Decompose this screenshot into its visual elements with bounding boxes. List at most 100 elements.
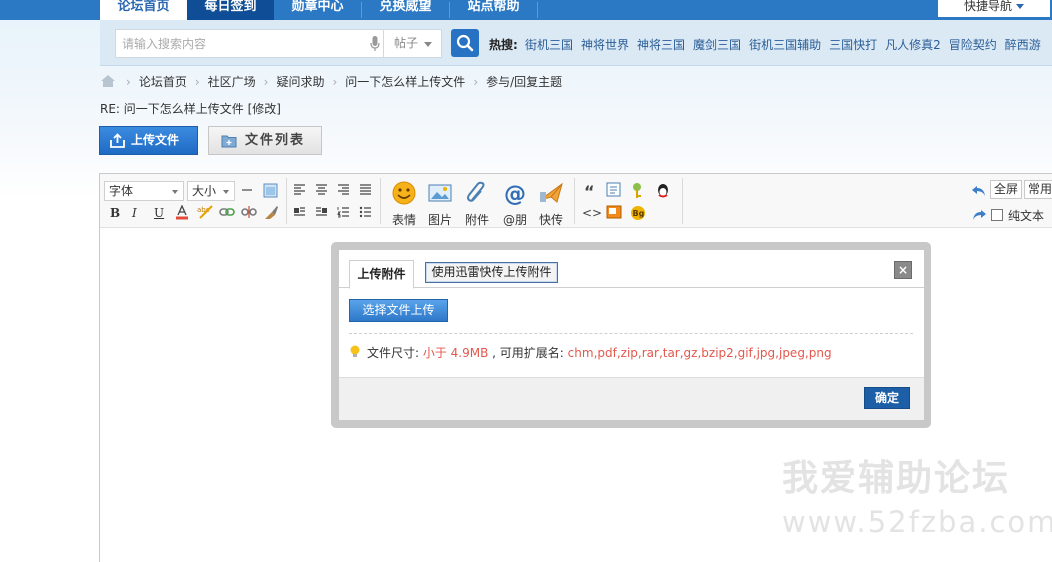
emoji-button[interactable]: 表情 [387,180,421,228]
search-input-wrap [115,29,383,58]
image-button[interactable]: 图片 [423,180,457,228]
align-left-icon[interactable] [293,184,306,196]
breadcrumb-separator: › [126,75,131,89]
undo-icon[interactable] [971,184,987,198]
breadcrumb-separator: › [332,75,338,89]
toolbar-divider [574,178,575,224]
file-size-value: 小于 4.9MB [422,346,489,360]
search-type-value: 帖子 [394,36,419,50]
align-right-icon[interactable] [337,184,350,196]
table-icon[interactable] [606,182,621,197]
text-color-icon[interactable] [175,205,189,220]
hot-link[interactable]: 神将世界 [581,38,629,52]
underline-icon[interactable]: U [154,206,164,220]
hot-link[interactable]: 冒险契约 [949,38,997,52]
float-right-icon[interactable] [315,206,328,218]
ok-button[interactable]: 确定 [864,387,910,409]
bullet-list-icon[interactable] [359,206,372,218]
lightbulb-icon [350,345,360,357]
nav-tab-forum-home[interactable]: 论坛首页 [100,0,187,20]
quick-nav-button[interactable]: 快捷导航 [938,0,1050,17]
hide-content-icon[interactable] [630,181,648,199]
align-justify-icon[interactable] [359,184,372,196]
hot-link[interactable]: 魔剑三国 [693,38,741,52]
nav-divider [537,2,538,18]
breadcrumb-community[interactable]: 社区广场 [208,75,256,89]
paper-plane-icon [539,182,563,203]
upload-file-label: 上传文件 [131,133,180,147]
plain-text-checkbox[interactable] [991,209,1003,221]
hot-link[interactable]: 凡人修真2 [885,38,941,52]
tab-upload-attachment[interactable]: 上传附件 [349,260,414,289]
nav-tab-medal-center[interactable]: 勋章中心 [274,0,361,20]
dialog-tabs: 上传附件 使用迅雷快传上传附件 × [339,250,924,289]
hot-link[interactable]: 醉西游 [1005,38,1041,52]
search-type-select[interactable]: 帖子 [383,29,442,58]
tab-xunlei-upload[interactable]: 使用迅雷快传上传附件 [425,262,558,283]
close-icon[interactable]: × [894,261,912,279]
background-color-icon[interactable] [263,183,278,198]
spellcheck-icon[interactable]: abc [197,205,213,220]
font-size-value: 大小 [192,184,217,198]
breadcrumb-forum-home[interactable]: 论坛首页 [139,75,187,89]
upload-file-button[interactable]: 上传文件 [99,126,198,155]
search-icon [456,34,474,52]
mention-button[interactable]: @ @朋 [498,180,532,228]
hot-search-label: 热搜: [489,38,518,52]
search-input[interactable] [116,30,356,57]
hot-link[interactable]: 三国快打 [829,38,877,52]
nav-tab-site-help[interactable]: 站点帮助 [450,0,537,20]
redo-icon[interactable] [971,208,987,222]
choose-file-button[interactable]: 选择文件上传 [349,299,448,322]
chevron-down-icon [223,190,229,194]
align-center-icon[interactable] [315,184,328,196]
link-icon[interactable] [219,206,235,218]
font-family-value: 字体 [109,184,134,198]
breadcrumb-help[interactable]: 疑问求助 [276,75,324,89]
breadcrumb-reply: 参与/回复主题 [486,75,563,89]
emoji-label: 表情 [391,213,416,227]
horizontal-rule-icon[interactable] [241,185,253,195]
background-music-icon[interactable]: Bg [630,205,646,221]
chevron-down-icon [1016,4,1024,9]
qq-icon[interactable] [655,182,671,199]
hot-link[interactable]: 神将三国 [637,38,685,52]
editor-toolbar: 字体 大小 B I U abc 表情 图片 附件 @ @朋 快传 “ <> Bg… [100,174,1052,228]
image-icon [428,184,452,202]
post-title: RE: 问一下怎么样上传文件 [修改] [100,102,281,116]
unlink-icon[interactable] [241,206,257,218]
attachment-button[interactable]: 附件 [460,180,494,228]
file-list-button[interactable]: 文件列表 [208,126,322,155]
italic-icon[interactable]: I [132,206,137,220]
mention-label: @朋 [502,213,527,227]
float-left-icon[interactable] [293,206,306,218]
breadcrumb-separator: › [473,75,479,89]
breadcrumb-thread[interactable]: 问一下怎么样上传文件 [345,75,465,89]
svg-text:@: @ [504,182,526,206]
clear-format-icon[interactable] [263,205,279,220]
search-button[interactable] [451,29,479,57]
toolbar-divider [682,178,683,224]
ordered-list-icon[interactable] [337,206,350,218]
nav-tab-exchange[interactable]: 兑换威望 [362,0,449,20]
font-family-select[interactable]: 字体 [104,181,184,201]
font-size-select[interactable]: 大小 [187,181,235,201]
hot-link[interactable]: 街机三国 [525,38,573,52]
code-icon[interactable]: <> [582,206,602,220]
watermark-url: www.52fzba.com [782,505,1052,539]
microphone-icon[interactable] [370,36,380,52]
chevron-down-icon [172,190,178,194]
hot-link[interactable]: 街机三国辅助 [749,38,821,52]
nav-tab-daily-checkin[interactable]: 每日签到 [187,0,274,20]
fullscreen-button[interactable]: 全屏 [990,180,1022,199]
file-ext-value: chm,pdf,zip,rar,tar,gz,bzip2,gif,jpg,jpe… [567,346,832,360]
common-button[interactable]: 常用 [1024,180,1052,199]
home-icon[interactable] [100,74,116,88]
media-icon[interactable] [606,205,622,219]
image-label: 图片 [427,213,452,227]
bold-icon[interactable]: B [110,206,120,220]
quick-upload-button[interactable]: 快传 [534,180,568,228]
quote-icon[interactable]: “ [584,182,595,201]
breadcrumb-separator: › [263,75,269,89]
smiley-icon [392,181,416,205]
